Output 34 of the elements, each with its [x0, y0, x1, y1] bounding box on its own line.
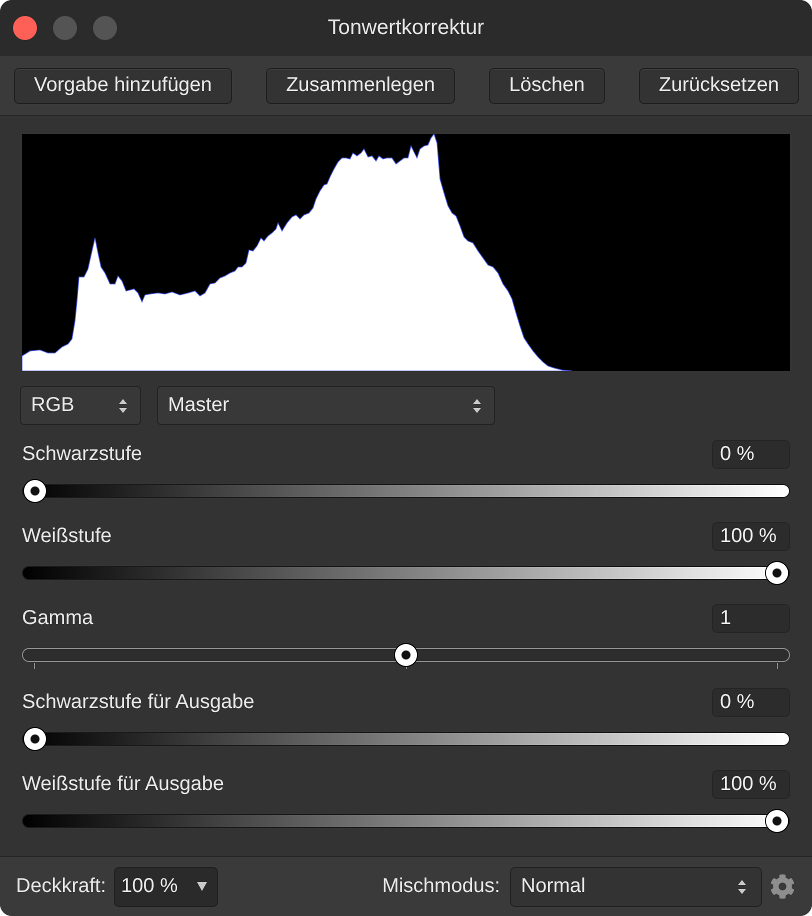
slider-label: Weißstufe für Ausgabe — [22, 772, 224, 796]
opacity-dropdown[interactable]: 100 % — [114, 866, 218, 906]
slider-thumb[interactable] — [24, 728, 46, 750]
channel-dropdown[interactable]: Master — [157, 386, 495, 425]
value-field[interactable]: 1 — [712, 604, 790, 632]
caret-icon — [197, 882, 208, 891]
updown-chevron-icon — [118, 398, 128, 414]
close-button[interactable] — [13, 16, 37, 40]
slider-thumb[interactable] — [766, 810, 788, 832]
updown-chevron-icon — [737, 878, 747, 894]
value-field[interactable]: 100 % — [712, 522, 790, 550]
tick-mark — [34, 663, 35, 669]
tick-mark — [777, 663, 778, 669]
toolbar-button[interactable]: Vorgabe hinzufügen — [14, 68, 232, 104]
slider-thumb[interactable] — [766, 562, 788, 584]
value-field[interactable]: 100 % — [712, 770, 790, 798]
slider-thumb[interactable] — [395, 644, 417, 666]
blend-mode-label: Mischmodus: — [382, 875, 500, 898]
updown-chevron-icon — [472, 398, 482, 414]
color-model-dropdown[interactable]: RGB — [20, 386, 141, 425]
slider-label: Schwarzstufe — [22, 442, 142, 466]
slider-label: Weißstufe — [22, 524, 112, 548]
slider-thumb[interactable] — [24, 480, 46, 502]
settings-icon[interactable] — [770, 874, 795, 899]
value-field[interactable]: 0 % — [712, 440, 790, 468]
blend-mode-dropdown[interactable]: Normal — [510, 866, 762, 906]
toolbar-button[interactable]: Löschen — [489, 68, 605, 104]
slider-label: Gamma — [22, 606, 94, 630]
opacity-label: Deckkraft: — [16, 875, 106, 898]
window-title: Tonwertkorrektur — [328, 16, 484, 40]
value-field[interactable]: 0 % — [712, 688, 790, 716]
slider-label: Schwarzstufe für Ausgabe — [22, 690, 254, 714]
toolbar-button[interactable]: Zurücksetzen — [638, 68, 799, 104]
toolbar-button[interactable]: Zusammenlegen — [266, 68, 456, 104]
